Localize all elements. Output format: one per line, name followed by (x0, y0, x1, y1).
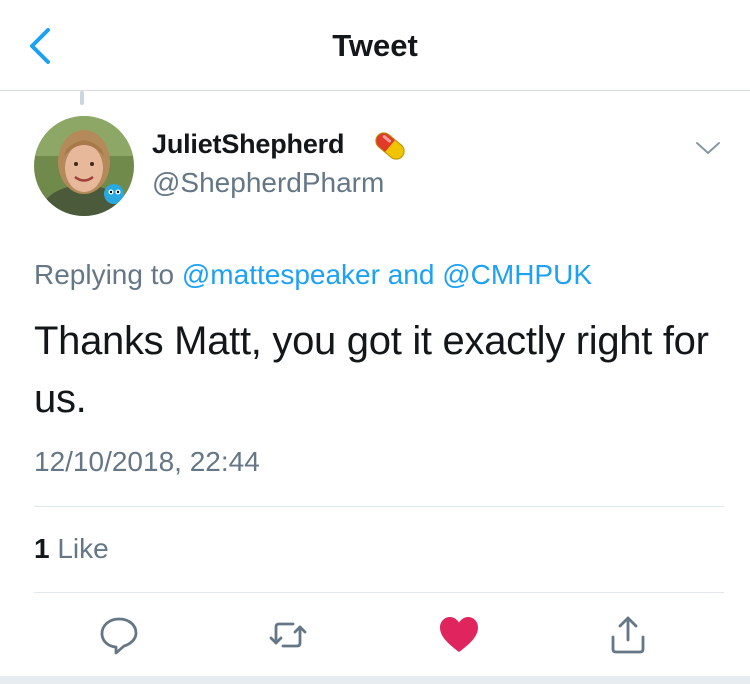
bottom-separator (0, 676, 750, 684)
heart-icon[interactable] (437, 613, 481, 657)
like-count: 1 (34, 533, 50, 564)
chevron-down-icon[interactable] (694, 138, 722, 158)
bird-badge-icon (104, 184, 124, 204)
like-label: Like (57, 533, 109, 564)
tweet-timestamp: 12/10/2018, 22:44 (34, 446, 260, 477)
share-icon[interactable] (606, 613, 650, 657)
reply-icon[interactable] (97, 613, 141, 657)
divider (34, 592, 724, 593)
author-handle[interactable]: @ShepherdPharm (152, 167, 384, 199)
like-count-link[interactable]: 1 Like (34, 533, 109, 565)
thread-connector-line (80, 91, 84, 105)
reply-mention-link[interactable]: @mattespeaker (182, 259, 380, 290)
navigation-bar: Tweet (0, 0, 750, 91)
reply-conjunction: and (387, 259, 435, 290)
author-display-name[interactable]: JulietShepherd (152, 129, 344, 160)
replying-to-line: Replying to @mattespeaker and @CMHPUK (34, 259, 592, 291)
divider (34, 506, 724, 507)
retweet-icon[interactable] (266, 613, 310, 657)
tweet-text: Thanks Matt, you got it exactly right fo… (34, 319, 709, 421)
page-title: Tweet (332, 28, 418, 63)
replying-prefix: Replying to (34, 259, 175, 290)
avatar[interactable] (34, 116, 134, 216)
reply-mention-link[interactable]: @CMHPUK (442, 259, 592, 290)
pill-icon (375, 132, 405, 160)
